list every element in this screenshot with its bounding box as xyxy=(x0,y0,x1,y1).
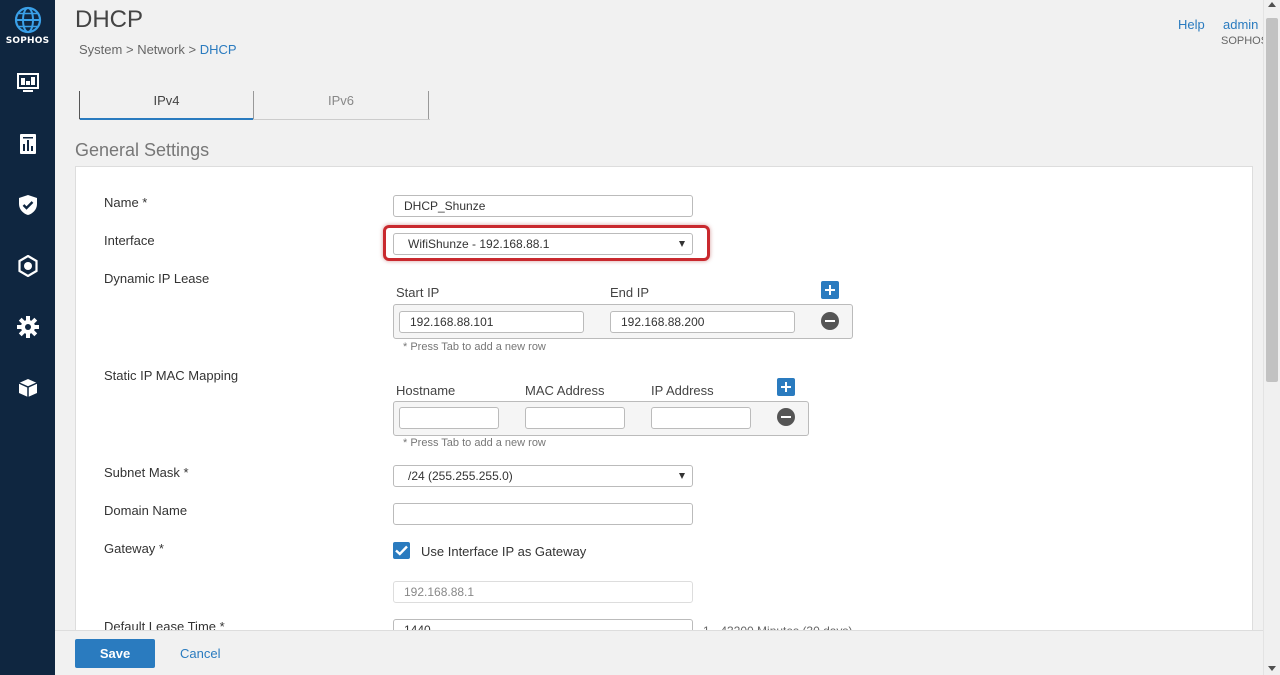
gateway-ip-input xyxy=(393,581,693,603)
section-title: General Settings xyxy=(75,140,210,160)
gear-icon xyxy=(16,316,39,338)
ip-address-input[interactable] xyxy=(651,407,751,429)
end-ip-input[interactable] xyxy=(610,311,795,333)
lease-hint: * Press Tab to add a new row xyxy=(403,341,546,353)
sidebar: SOPHOS xyxy=(0,0,55,675)
start-ip-header: Start IP xyxy=(396,285,440,300)
domain-name-input[interactable] xyxy=(393,503,693,525)
sidebar-item-monitor[interactable] xyxy=(0,61,55,105)
shield-icon xyxy=(18,195,37,215)
ip-address-header: IP Address xyxy=(651,383,714,398)
name-input[interactable] xyxy=(393,195,693,217)
breadcrumb-separator: > xyxy=(125,42,134,57)
sidebar-item-protect[interactable] xyxy=(0,183,55,227)
save-button[interactable]: Save xyxy=(75,639,155,668)
tab-ipv6[interactable]: IPv6 xyxy=(254,91,429,119)
scroll-up-arrow-icon[interactable] xyxy=(1268,2,1276,7)
remove-mapping-row-button[interactable] xyxy=(777,408,795,426)
end-ip-header: End IP xyxy=(610,285,650,300)
org-name: SOPHOS xyxy=(1221,35,1269,47)
subnet-mask-value: /24 (255.255.255.0) xyxy=(408,469,513,483)
reports-icon xyxy=(19,134,36,154)
ip-version-tabs: IPv4 IPv6 xyxy=(79,91,430,120)
scroll-down-arrow-icon[interactable] xyxy=(1268,666,1276,671)
page-scrollbar[interactable] xyxy=(1263,0,1280,675)
add-mapping-row-button[interactable] xyxy=(777,378,795,396)
interface-highlight-box xyxy=(383,225,710,261)
domain-name-label: Domain Name xyxy=(104,503,188,518)
use-interface-ip-checkbox[interactable] xyxy=(393,542,410,559)
static-mapping-label: Static IP MAC Mapping xyxy=(104,368,239,383)
tab-ipv4[interactable]: IPv4 xyxy=(79,91,254,120)
monitor-icon xyxy=(16,73,39,92)
cube-icon xyxy=(18,379,37,397)
hostname-input[interactable] xyxy=(399,407,499,429)
breadcrumb: System > Network > DHCP xyxy=(79,42,237,57)
mapping-hint: * Press Tab to add a new row xyxy=(403,437,546,449)
page-title: DHCP xyxy=(75,6,144,33)
breadcrumb-network[interactable]: Network xyxy=(137,42,185,57)
scroll-thumb[interactable] xyxy=(1266,18,1278,382)
admin-user-link[interactable]: admin xyxy=(1223,17,1258,32)
subnet-mask-label: Subnet Mask * xyxy=(104,465,189,480)
mac-address-input[interactable] xyxy=(525,407,625,429)
gateway-label: Gateway * xyxy=(104,541,164,556)
dynamic-lease-label: Dynamic IP Lease xyxy=(104,271,210,286)
footer-bar xyxy=(55,630,1263,675)
help-link[interactable]: Help xyxy=(1178,17,1205,32)
sidebar-item-configure[interactable] xyxy=(0,244,55,288)
globe-logo-icon xyxy=(14,6,41,34)
add-lease-row-button[interactable] xyxy=(821,281,839,299)
name-label: Name * xyxy=(104,195,148,210)
configure-badge-icon xyxy=(17,255,38,277)
sidebar-item-other[interactable] xyxy=(0,366,55,410)
cancel-button[interactable]: Cancel xyxy=(180,646,220,661)
sidebar-item-reports[interactable] xyxy=(0,122,55,166)
remove-lease-row-button[interactable] xyxy=(821,312,839,330)
checkmark-icon xyxy=(395,545,408,556)
breadcrumb-system[interactable]: System xyxy=(79,42,122,57)
start-ip-input[interactable] xyxy=(399,311,584,333)
brand-name: SOPHOS xyxy=(5,36,50,46)
interface-label: Interface xyxy=(104,233,155,248)
subnet-mask-select[interactable]: /24 (255.255.255.0) xyxy=(393,465,693,487)
hostname-header: Hostname xyxy=(396,383,456,398)
breadcrumb-current: DHCP xyxy=(199,42,237,57)
sidebar-item-system[interactable] xyxy=(0,305,55,349)
use-interface-ip-label[interactable]: Use Interface IP as Gateway xyxy=(421,544,586,559)
breadcrumb-separator: > xyxy=(188,42,197,57)
dropdown-caret-icon xyxy=(679,473,685,479)
sophos-logo[interactable]: SOPHOS xyxy=(0,6,55,46)
mac-address-header: MAC Address xyxy=(525,383,605,398)
